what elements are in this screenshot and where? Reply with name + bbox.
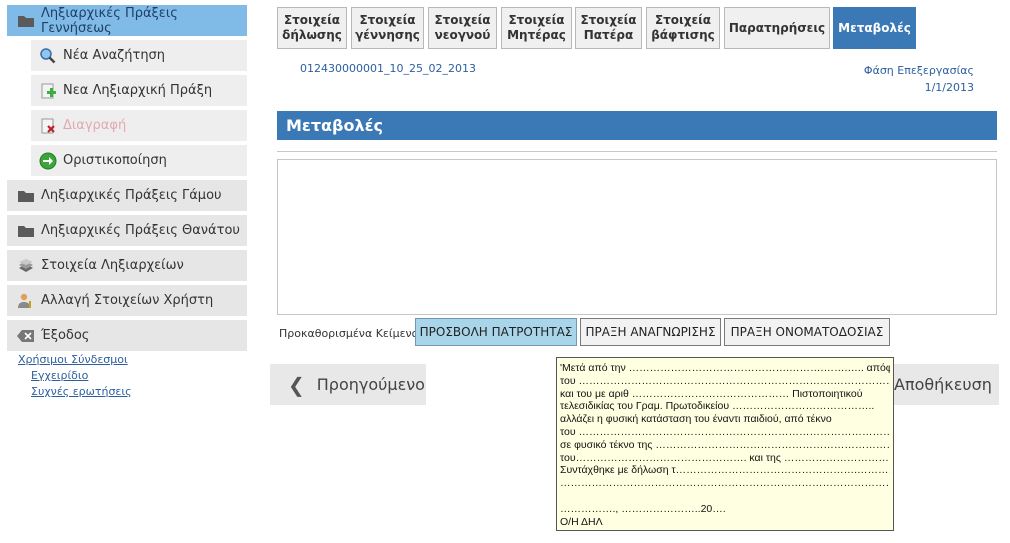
- sidebar-item-new-search[interactable]: Νέα Αναζήτηση: [31, 40, 247, 71]
- tab-label: γέννησης: [355, 28, 420, 42]
- tab-birth[interactable]: Στοιχεία γέννησης: [351, 7, 424, 49]
- manual-link[interactable]: Εγχειρίδιο: [31, 368, 132, 384]
- tab-changes[interactable]: Μεταβολές: [833, 7, 916, 49]
- previous-button[interactable]: ❮ Προηγούμενο: [270, 364, 426, 405]
- sidebar-item-label: Διαγραφή: [63, 118, 127, 133]
- tab-label: Στοιχεία: [654, 13, 712, 27]
- folder-icon: [17, 13, 35, 29]
- delete-document-icon: [39, 117, 57, 135]
- tab-remarks[interactable]: Παρατηρήσεις: [724, 7, 830, 49]
- user-key-icon: [17, 293, 35, 309]
- sidebar-item-change-user[interactable]: Αλλαγή Στοιχείων Χρήστη: [7, 285, 247, 316]
- sidebar-item-delete[interactable]: Διαγραφή: [31, 110, 247, 141]
- sidebar-item-label: Ληξιαρχικές Πράξεις Γάμου: [41, 188, 222, 203]
- sidebar: Ληξιαρχικές Πράξεις Γεννήσεως Νέα Αναζήτ…: [0, 0, 258, 543]
- tooltip-line: ……………., …………………..20….: [560, 502, 726, 515]
- books-icon: [17, 258, 35, 274]
- section-title: Μεταβολές: [277, 111, 997, 140]
- phase-date: 1/1/2013: [924, 81, 974, 94]
- previous-label: Προηγούμενο: [316, 375, 425, 394]
- tab-label: Στοιχεία: [580, 13, 637, 27]
- arrow-right-circle-icon: [39, 152, 57, 170]
- tab-label: Πατέρα: [583, 28, 634, 42]
- tab-label: Μεταβολές: [838, 20, 911, 35]
- sidebar-item-label: Αλλαγή Στοιχείων Χρήστη: [41, 293, 214, 308]
- sidebar-item-births[interactable]: Ληξιαρχικές Πράξεις Γεννήσεως: [7, 5, 247, 36]
- tab-father[interactable]: Στοιχεία Πατέρα: [575, 7, 642, 49]
- folder-icon: [17, 223, 35, 239]
- tab-label: Στοιχεία: [508, 13, 565, 27]
- tooltip-line: τελεσιδικίας του Γραμ. Πρωτοδικείου ……………: [560, 400, 875, 413]
- tab-label: Μητέρας: [507, 28, 566, 42]
- record-code: 012430000001_10_25_02_2013: [300, 62, 476, 75]
- sidebar-item-label: Στοιχεία Ληξιαρχείων: [41, 258, 184, 273]
- tooltip-line: [560, 490, 890, 503]
- tab-label: Στοιχεία: [283, 13, 341, 27]
- tooltip-line: του…………………………………………. και της ………………………………: [560, 451, 890, 464]
- naming-act-button[interactable]: ΠΡΑΞΗ ΟΝΟΜΑΤΟΔΟΣΙΑΣ: [724, 318, 890, 346]
- exit-icon: [17, 328, 35, 344]
- tab-label: Στοιχεία: [359, 13, 416, 27]
- presets-label: Προκαθορισμένα Κείμενα: [279, 327, 419, 340]
- tab-label: Στοιχεία: [434, 13, 491, 27]
- recognition-act-button[interactable]: ΠΡΑΞΗ ΑΝΑΓΝΩΡΙΣΗΣ: [580, 318, 721, 346]
- useful-links: Χρήσιμοι Σύνδεσμοι Εγχειρίδιο Συχνές ερω…: [18, 353, 132, 400]
- sidebar-item-exit[interactable]: Έξοδος: [7, 320, 247, 351]
- sidebar-item-label: Νέα Αναζήτηση: [63, 48, 166, 63]
- tab-label: Παρατηρήσεις: [728, 20, 826, 35]
- tab-mother[interactable]: Στοιχεία Μητέρας: [501, 7, 572, 49]
- tooltip-line: του …………………………………………………………………………………………..: [560, 425, 890, 438]
- tab-declaration[interactable]: Στοιχεία δήλωσης: [277, 7, 347, 49]
- sidebar-item-marriages[interactable]: Ληξιαρχικές Πράξεις Γάμου: [7, 180, 247, 211]
- tooltip-line: του ……………………………………………………………….…………………….: [560, 374, 890, 387]
- sidebar-item-label: Οριστικοποίηση: [63, 153, 167, 168]
- useful-links-title: Χρήσιμοι Σύνδεσμοι: [18, 353, 128, 366]
- tooltip-line: Ο/Η ΔΗΛ: [560, 515, 603, 528]
- tab-label: δήλωσης: [282, 28, 342, 42]
- sidebar-item-label: Έξοδος: [41, 328, 90, 343]
- chevron-left-icon: ❮: [288, 372, 305, 397]
- sidebar-item-label: Νεα Ληξιαρχική Πράξη: [63, 83, 213, 98]
- sidebar-item-new-act[interactable]: Νεα Ληξιαρχική Πράξη: [31, 75, 247, 106]
- tooltip-line: και του με αριθ ……………………………………… Πιστοποι…: [560, 387, 863, 400]
- search-icon: [39, 47, 57, 65]
- phase-label: Φάση Επεξεργασίας: [863, 64, 974, 77]
- sidebar-item-finalize[interactable]: Οριστικοποίηση: [31, 145, 247, 176]
- tooltip-line: σε φυσικό τέκνο της ………………………………………………………: [560, 438, 890, 451]
- paternity-challenge-button[interactable]: ΠΡΟΣΒΟΛΗ ΠΑΤΡΟΤΗΤΑΣ: [415, 318, 577, 346]
- preset-text-tooltip: 'Μετά από την ……………………………………….……….…….…..…: [556, 357, 894, 531]
- tooltip-line: 'Μετά από την ……………………………………….……….…….…..…: [560, 362, 890, 374]
- faq-link[interactable]: Συχνές ερωτήσεις: [31, 384, 132, 400]
- add-document-icon: [39, 82, 57, 100]
- sidebar-item-deaths[interactable]: Ληξιαρχικές Πράξεις Θανάτου: [7, 215, 247, 246]
- sidebar-item-registry-data[interactable]: Στοιχεία Ληξιαρχείων: [7, 250, 247, 281]
- tooltip-line: Συντάχθηκε με δήλωση τ…………………………………………….…: [560, 464, 890, 477]
- tab-newborn[interactable]: Στοιχεία νεογνού: [428, 7, 497, 49]
- save-button[interactable]: Αποθήκευση: [885, 364, 999, 405]
- tab-label: νεογνού: [434, 28, 491, 42]
- tab-baptism[interactable]: Στοιχεία βάφτισης: [646, 7, 720, 49]
- tab-label: βάφτισης: [651, 28, 715, 42]
- sidebar-item-label: Ληξιαρχικές Πράξεις Θανάτου: [41, 223, 240, 238]
- folder-icon: [17, 188, 35, 204]
- tooltip-line: …………………………………………………………………………………………………….: [560, 477, 890, 490]
- changes-textarea[interactable]: [277, 159, 997, 315]
- tooltip-line: αλλάζει η φυσική κατάσταση του έναντι πα…: [560, 413, 832, 426]
- processing-phase: Φάση Επεξεργασίας 1/1/2013: [864, 62, 974, 96]
- divider: [277, 151, 997, 152]
- save-label: Αποθήκευση: [894, 375, 992, 394]
- sidebar-item-label: Ληξιαρχικές Πράξεις Γεννήσεως: [41, 5, 178, 36]
